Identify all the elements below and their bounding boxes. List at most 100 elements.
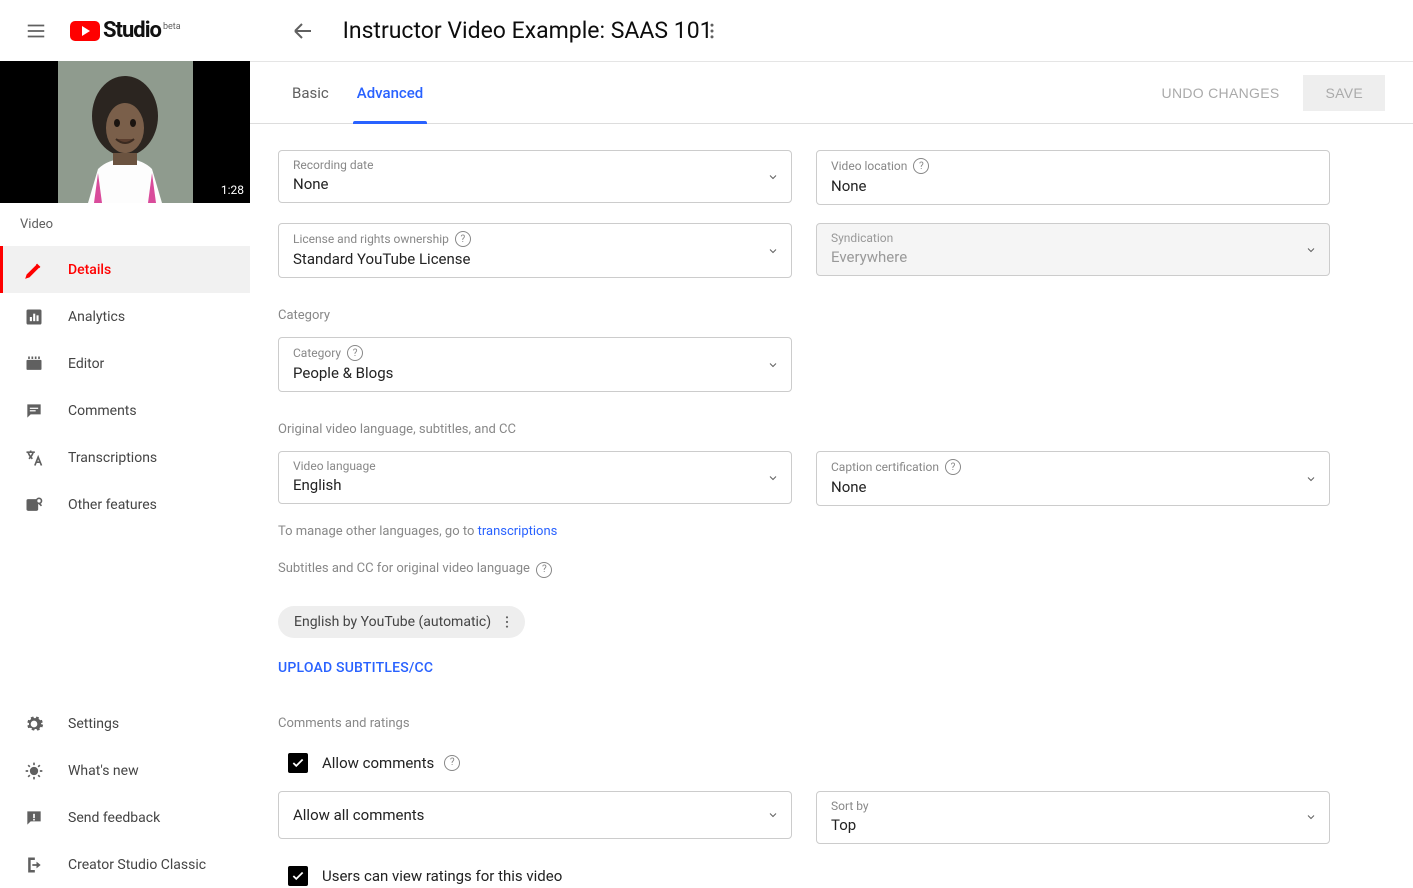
back-arrow-icon[interactable]	[283, 11, 323, 51]
sidebar-item-comments[interactable]: Comments	[0, 387, 250, 434]
feedback-icon	[22, 806, 46, 830]
tab-advanced[interactable]: Advanced	[343, 62, 437, 124]
logo-beta: beta	[163, 22, 181, 32]
field-label: Video language	[293, 459, 777, 473]
sidebar-item-details[interactable]: Details	[0, 246, 250, 293]
chevron-down-icon	[1305, 244, 1317, 256]
sidebar-item-editor[interactable]: Editor	[0, 340, 250, 387]
field-value: Allow all comments	[293, 806, 777, 824]
chevron-down-icon	[767, 472, 779, 484]
field-value: Standard YouTube License	[293, 250, 777, 268]
license-field[interactable]: License and rights ownership? Standard Y…	[278, 223, 792, 278]
field-value: English	[293, 476, 777, 494]
field-value: Top	[831, 816, 1315, 834]
thumbnail-duration: 1:28	[221, 183, 244, 197]
sidebar-item-label: What's new	[68, 763, 139, 779]
kebab-icon[interactable]	[499, 614, 515, 630]
translate-icon	[22, 446, 46, 470]
kebab-menu-icon[interactable]	[692, 11, 732, 51]
field-value: People & Blogs	[293, 364, 777, 382]
hamburger-menu-icon[interactable]	[16, 11, 56, 51]
thumbnail-placeholder-icon	[58, 61, 193, 203]
pencil-icon	[22, 258, 46, 282]
sidebar-item-label: Analytics	[68, 309, 125, 325]
sidebar-item-creator-studio-classic[interactable]: Creator Studio Classic	[0, 841, 250, 888]
field-label: Syndication	[831, 231, 1315, 245]
sidebar: 1:28 Video Details Analytics Editor Comm…	[0, 61, 250, 888]
logo-text: Studio	[103, 18, 161, 43]
field-label: Video location?	[831, 158, 1315, 174]
help-icon[interactable]: ?	[913, 158, 929, 174]
field-label: Recording date	[293, 158, 777, 172]
checkbox-label: Users can view ratings for this video	[322, 867, 562, 885]
field-value: Everywhere	[831, 248, 1315, 266]
video-location-field[interactable]: Video location? None	[816, 150, 1330, 205]
field-value: None	[293, 175, 777, 193]
transcriptions-hint: To manage other languages, go to transcr…	[278, 524, 1385, 539]
chevron-down-icon	[767, 359, 779, 371]
category-field[interactable]: Category? People & Blogs	[278, 337, 792, 392]
editor-icon	[22, 352, 46, 376]
sidebar-item-label: Settings	[68, 716, 119, 732]
top-header: Studio beta Instructor Video Example: SA…	[0, 0, 1413, 61]
section-lang-heading: Original video language, subtitles, and …	[278, 422, 1385, 437]
page-title: Instructor Video Example: SAAS 101	[343, 17, 1397, 44]
help-icon[interactable]: ?	[455, 231, 471, 247]
sidebar-item-settings[interactable]: Settings	[0, 700, 250, 747]
field-label: License and rights ownership?	[293, 231, 777, 247]
transcriptions-link[interactable]: transcriptions	[478, 524, 558, 539]
view-ratings-checkbox[interactable]	[288, 866, 308, 886]
main-content: Basic Advanced UNDO CHANGES SAVE Recordi…	[250, 61, 1413, 888]
upload-subtitles-button[interactable]: UPLOAD SUBTITLES/CC	[278, 660, 433, 676]
sidebar-item-whats-new[interactable]: What's new	[0, 747, 250, 794]
field-label: Category?	[293, 345, 777, 361]
tabs-row: Basic Advanced UNDO CHANGES SAVE	[250, 62, 1413, 124]
section-category-heading: Category	[278, 308, 1385, 323]
chevron-down-icon	[767, 171, 779, 183]
comments-filter-field[interactable]: Allow all comments	[278, 791, 792, 839]
comments-icon	[22, 399, 46, 423]
sidebar-item-label: Other features	[68, 497, 157, 513]
recording-date-field[interactable]: Recording date None	[278, 150, 792, 203]
subtitle-chip[interactable]: English by YouTube (automatic)	[278, 606, 525, 638]
chevron-down-icon	[1305, 811, 1317, 823]
play-icon	[70, 21, 100, 41]
sidebar-item-send-feedback[interactable]: Send feedback	[0, 794, 250, 841]
field-value: None	[831, 478, 1315, 496]
studio-logo[interactable]: Studio beta	[70, 18, 181, 43]
sidebar-item-other-features[interactable]: Other features	[0, 481, 250, 528]
sidebar-item-label: Send feedback	[68, 810, 160, 826]
section-subtitles-heading: Subtitles and CC for original video lang…	[278, 561, 1385, 578]
allow-comments-checkbox[interactable]	[288, 753, 308, 773]
help-icon[interactable]: ?	[347, 345, 363, 361]
help-icon[interactable]: ?	[945, 459, 961, 475]
chevron-down-icon	[767, 809, 779, 821]
sort-by-field[interactable]: Sort by Top	[816, 791, 1330, 844]
whats-new-icon	[22, 759, 46, 783]
chevron-down-icon	[1305, 473, 1317, 485]
help-icon[interactable]: ?	[536, 562, 552, 578]
chevron-down-icon	[767, 245, 779, 257]
tab-basic[interactable]: Basic	[278, 62, 343, 124]
sidebar-item-label: Creator Studio Classic	[68, 857, 206, 873]
video-thumbnail[interactable]: 1:28	[0, 61, 250, 203]
field-label: Sort by	[831, 799, 1315, 813]
field-label: Caption certification?	[831, 459, 1315, 475]
help-icon[interactable]: ?	[444, 755, 460, 771]
analytics-icon	[22, 305, 46, 329]
checkbox-label: Allow comments?	[322, 754, 460, 772]
sidebar-item-label: Details	[68, 262, 111, 278]
undo-changes-button[interactable]: UNDO CHANGES	[1148, 77, 1294, 109]
sidebar-item-analytics[interactable]: Analytics	[0, 293, 250, 340]
sidebar-item-transcriptions[interactable]: Transcriptions	[0, 434, 250, 481]
sidebar-item-label: Comments	[68, 403, 137, 419]
video-language-field[interactable]: Video language English	[278, 451, 792, 504]
save-button[interactable]: SAVE	[1303, 75, 1385, 111]
other-features-icon	[22, 493, 46, 517]
field-value: None	[831, 177, 1315, 195]
caption-certification-field[interactable]: Caption certification? None	[816, 451, 1330, 506]
sidebar-heading: Video	[0, 203, 250, 246]
syndication-field: Syndication Everywhere	[816, 223, 1330, 276]
chip-label: English by YouTube (automatic)	[294, 614, 491, 630]
sidebar-item-label: Editor	[68, 356, 104, 372]
